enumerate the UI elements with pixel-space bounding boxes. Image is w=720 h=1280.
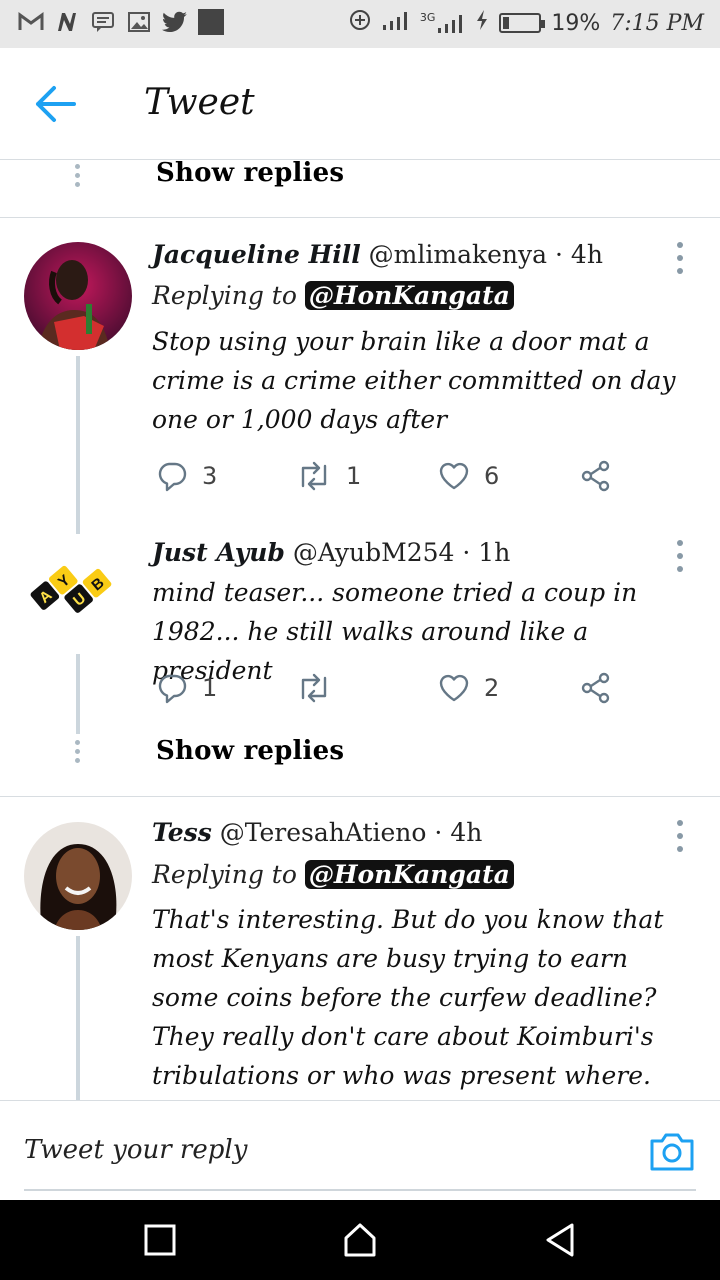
divider	[0, 796, 720, 797]
like-button[interactable]: 2	[438, 668, 499, 708]
signal-3g-icon: 3G	[420, 12, 466, 34]
share-button[interactable]	[580, 668, 612, 708]
tweet-actions: 3 1 6	[152, 456, 632, 496]
tweet-feed[interactable]: Show replies Jacqueline Hill @mlimakenya…	[0, 160, 720, 1100]
clock: 7:15 PM	[610, 10, 704, 36]
battery-icon	[499, 13, 546, 33]
reply-count: 3	[202, 462, 218, 490]
twitter-icon	[162, 9, 188, 35]
more-options-icon[interactable]	[672, 242, 688, 274]
recents-icon[interactable]	[140, 1220, 180, 1260]
tweet-text: Stop using your brain like a door mat a …	[152, 327, 676, 434]
data-saver-icon	[348, 8, 372, 38]
avatar[interactable]	[24, 242, 132, 350]
author-name: Just Ayub	[152, 538, 285, 567]
thread-line	[76, 356, 80, 534]
divider	[0, 217, 720, 218]
thread-line	[76, 936, 80, 1100]
thread-line	[76, 654, 80, 734]
reply-icon	[158, 462, 187, 492]
signal-icon	[382, 9, 410, 37]
author-handle: @TeresahAtieno	[219, 818, 427, 847]
replying-to: Replying to @HonKangata	[152, 860, 514, 889]
heart-icon	[439, 674, 469, 702]
reply-icon	[158, 674, 187, 704]
gmail-icon	[18, 9, 44, 35]
back-icon[interactable]	[540, 1220, 580, 1260]
tweet-text: That's interesting. But do you know that…	[152, 905, 664, 1090]
replying-to: Replying to @HonKangata	[152, 281, 514, 310]
like-count: 6	[484, 462, 500, 490]
reply-count: 1	[202, 674, 218, 702]
thread-dots	[75, 740, 81, 763]
page-title: Tweet	[144, 82, 255, 123]
status-bar: 3G 19% 7:15 PM	[0, 0, 720, 48]
divider	[24, 1189, 696, 1191]
mention-link[interactable]: @HonKangata	[304, 281, 514, 310]
share-icon	[581, 460, 610, 492]
tweet-actions: 1 2	[152, 668, 632, 708]
app-header: Tweet	[0, 48, 720, 160]
app-square-icon	[198, 9, 224, 35]
author-handle: @AyubM254	[292, 538, 455, 567]
system-nav-bar	[0, 1200, 720, 1280]
avatar[interactable]	[24, 822, 132, 930]
share-button[interactable]	[580, 456, 612, 496]
like-button[interactable]: 6	[438, 456, 499, 496]
retweet-button[interactable]	[296, 668, 346, 708]
avatar[interactable]: A Y U B	[24, 536, 132, 644]
reply-input[interactable]: Tweet your reply	[24, 1135, 247, 1165]
retweet-icon	[301, 673, 327, 703]
retweet-count: 1	[346, 462, 362, 490]
tweet-author-line[interactable]: Jacqueline Hill @mlimakenya · 4h	[152, 240, 603, 269]
more-options-icon[interactable]	[672, 820, 688, 852]
message-icon	[90, 9, 116, 35]
battery-percent: 19%	[551, 10, 601, 36]
show-replies-link[interactable]: Show replies	[156, 160, 344, 188]
mention-link[interactable]: @HonKangata	[304, 860, 514, 889]
tweet-time: · 4h	[434, 818, 483, 847]
retweet-button[interactable]: 1	[296, 456, 361, 496]
tweet-time: · 4h	[555, 240, 603, 269]
author-handle: @mlimakenya	[368, 240, 548, 269]
charging-icon	[475, 9, 489, 37]
more-options-icon[interactable]	[672, 540, 688, 572]
back-arrow-icon[interactable]	[34, 84, 78, 124]
n-app-icon	[54, 9, 80, 35]
home-icon[interactable]	[340, 1220, 380, 1260]
tweet-time: · 1h	[462, 538, 511, 567]
camera-icon[interactable]	[648, 1129, 696, 1173]
heart-icon	[439, 462, 469, 490]
author-name: Jacqueline Hill	[152, 240, 361, 269]
tweet-author-line[interactable]: Just Ayub @AyubM254 · 1h	[152, 538, 510, 567]
like-count: 2	[484, 674, 500, 702]
reply-button[interactable]: 1	[156, 668, 217, 708]
author-name: Tess	[152, 818, 212, 847]
tweet-author-line[interactable]: Tess @TeresahAtieno · 4h	[152, 818, 482, 847]
retweet-icon	[301, 461, 327, 491]
share-icon	[581, 672, 610, 704]
gallery-icon	[126, 9, 152, 35]
show-replies-link[interactable]: Show replies	[156, 736, 344, 766]
reply-button[interactable]: 3	[156, 456, 217, 496]
thread-dots	[75, 164, 81, 187]
reply-composer: Tweet your reply	[0, 1100, 720, 1200]
